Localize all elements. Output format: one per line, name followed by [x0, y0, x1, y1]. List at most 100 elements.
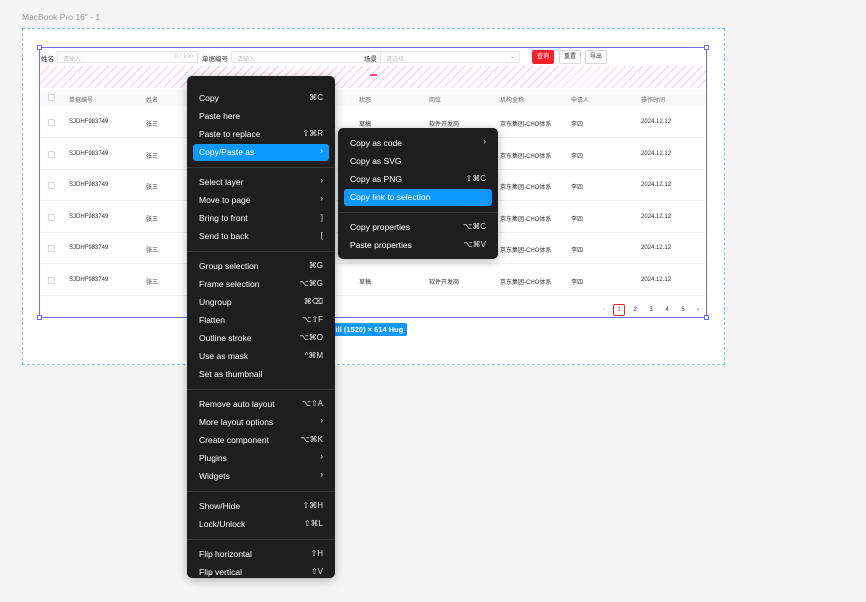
menu-item-label: Paste here [199, 111, 241, 121]
menu-item-shortcut: ⇧⌘R [302, 129, 323, 138]
menu-item-shortcut: ⇧H [310, 549, 323, 558]
menu-item-group-selection[interactable]: Group selection ⌘G [193, 258, 329, 275]
menu-item-shortcut: ⇧⌘H [302, 501, 323, 510]
submenu-item-copy-as-svg[interactable]: Copy as SVG [344, 153, 492, 170]
menu-item-label: Paste to replace [199, 129, 261, 139]
menu-item-paste-to-replace[interactable]: Paste to replace ⇧⌘R [193, 126, 329, 143]
menu-item-label: Ungroup [199, 297, 232, 307]
menu-item-more-layout-options[interactable]: More layout options › [193, 414, 329, 431]
copy-paste-submenu: Copy as code › Copy as SVG Copy as PNG ⇧⌘C Co… [338, 128, 498, 259]
resize-handle-top-right[interactable] [704, 45, 709, 50]
submenu-item-copy-as-png[interactable]: Copy as PNG ⇧⌘C [344, 171, 492, 188]
menu-item-label: Group selection [199, 261, 259, 271]
menu-item-show-hide[interactable]: Show/Hide ⇧⌘H [193, 498, 329, 515]
submenu-item-label: Copy properties [350, 222, 411, 232]
submenu-item-label: Copy as PNG [350, 174, 402, 184]
submenu-item-copy-link-to-selection[interactable]: Copy link to selection [344, 189, 492, 206]
resize-handle-bottom-right[interactable] [704, 315, 709, 320]
menu-item-plugins[interactable]: Plugins › [193, 450, 329, 467]
chevron-right-icon: › [320, 146, 323, 155]
menu-item-label: Show/Hide [199, 501, 241, 511]
menu-item-shortcut: ⇧⌘L [303, 519, 323, 528]
menu-item-label: Copy/Paste as [199, 147, 255, 157]
menu-item-label: Bring to front [199, 213, 248, 223]
menu-item-shortcut: ⌥⇧A [301, 399, 323, 408]
menu-separator [187, 539, 335, 540]
menu-item-copy[interactable]: Copy ⌘C [193, 90, 329, 107]
resize-handle-top-left[interactable] [37, 45, 42, 50]
menu-separator [338, 212, 498, 213]
chevron-right-icon: › [320, 194, 323, 203]
menu-item-shortcut: ^⌘M [304, 351, 323, 360]
menu-item-label: Flatten [199, 315, 225, 325]
menu-item-send-to-back[interactable]: Send to back [ [193, 228, 329, 245]
menu-separator [187, 167, 335, 168]
menu-item-copy-paste-as[interactable]: Copy/Paste as › [193, 144, 329, 161]
submenu-item-copy-as-code[interactable]: Copy as code › [344, 135, 492, 152]
menu-item-flip-vertical[interactable]: Flip vertical ⇧V [193, 564, 329, 581]
menu-item-shortcut: ⇧V [310, 567, 323, 576]
menu-item-flip-horizontal[interactable]: Flip horizontal ⇧H [193, 546, 329, 563]
chevron-right-icon: › [320, 470, 323, 479]
menu-item-label: Outline stroke [199, 333, 252, 343]
menu-item-shortcut: [ [320, 231, 323, 240]
size-badge: Fill (1520) × 614 Hug [327, 323, 408, 336]
menu-item-label: Use as mask [199, 351, 249, 361]
menu-item-label: Plugins [199, 453, 227, 463]
menu-item-move-to-page[interactable]: Move to page › [193, 192, 329, 209]
menu-item-lock-unlock[interactable]: Lock/Unlock ⇧⌘L [193, 516, 329, 533]
menu-separator [187, 389, 335, 390]
menu-item-label: Select layer [199, 177, 244, 187]
submenu-item-label: Paste properties [350, 240, 412, 250]
menu-item-create-component[interactable]: Create component ⌥⌘K [193, 432, 329, 449]
menu-item-frame-selection[interactable]: Frame selection ⌥⌘G [193, 276, 329, 293]
chevron-right-icon: › [320, 416, 323, 425]
chevron-right-icon: › [320, 176, 323, 185]
frame-label[interactable]: MacBook Pro 16" - 1 [22, 12, 100, 22]
menu-item-flatten[interactable]: Flatten ⌥⇧F [193, 312, 329, 329]
submenu-item-shortcut: ⇧⌘C [465, 174, 486, 183]
menu-item-shortcut: ⌥⌘K [300, 435, 323, 444]
menu-item-label: Set as thumbnail [199, 369, 263, 379]
submenu-item-label: Copy link to selection [350, 192, 431, 202]
menu-item-widgets[interactable]: Widgets › [193, 468, 329, 485]
chevron-right-icon: › [483, 137, 486, 146]
menu-separator [187, 251, 335, 252]
menu-item-shortcut: ⌘C [309, 93, 323, 102]
menu-item-label: Remove auto layout [199, 399, 275, 409]
submenu-item-copy-properties[interactable]: Copy properties ⌥⌘C [344, 219, 492, 236]
menu-item-use-as-mask[interactable]: Use as mask ^⌘M [193, 348, 329, 365]
menu-item-label: Flip horizontal [199, 549, 252, 559]
menu-item-set-as-thumbnail[interactable]: Set as thumbnail [193, 366, 329, 383]
menu-item-shortcut: ⌥⌘O [299, 333, 323, 342]
menu-item-label: Send to back [199, 231, 249, 241]
submenu-item-shortcut: ⌥⌘C [463, 222, 486, 231]
menu-item-label: Copy [199, 93, 219, 103]
menu-item-shortcut: ⌥⇧F [302, 315, 323, 324]
menu-item-remove-auto-layout[interactable]: Remove auto layout ⌥⇧A [193, 396, 329, 413]
submenu-item-shortcut: ⌥⌘V [463, 240, 486, 249]
menu-item-label: Flip vertical [199, 567, 242, 577]
menu-item-label: Move to page [199, 195, 251, 205]
menu-item-select-layer[interactable]: Select layer › [193, 174, 329, 191]
menu-item-shortcut: ] [320, 213, 323, 222]
menu-item-outline-stroke[interactable]: Outline stroke ⌥⌘O [193, 330, 329, 347]
menu-item-shortcut: ⌘⌫ [303, 297, 323, 306]
menu-item-paste-here[interactable]: Paste here [193, 108, 329, 125]
submenu-item-label: Copy as SVG [350, 156, 402, 166]
menu-item-label: Widgets [199, 471, 230, 481]
menu-item-label: Create component [199, 435, 269, 445]
resize-handle-bottom-left[interactable] [37, 315, 42, 320]
menu-item-ungroup[interactable]: Ungroup ⌘⌫ [193, 294, 329, 311]
submenu-item-label: Copy as code [350, 138, 402, 148]
menu-item-shortcut: ⌘G [308, 261, 323, 270]
menu-item-label: More layout options [199, 417, 274, 427]
menu-item-bring-to-front[interactable]: Bring to front] [193, 210, 329, 227]
chevron-right-icon: › [320, 452, 323, 461]
context-menu: Copy ⌘C Paste here Paste to replace ⇧⌘R Copy/… [187, 76, 335, 578]
menu-item-label: Frame selection [199, 279, 260, 289]
menu-separator [187, 491, 335, 492]
submenu-item-paste-properties[interactable]: Paste properties ⌥⌘V [344, 237, 492, 254]
menu-item-shortcut: ⌥⌘G [299, 279, 323, 288]
menu-item-label: Lock/Unlock [199, 519, 246, 529]
